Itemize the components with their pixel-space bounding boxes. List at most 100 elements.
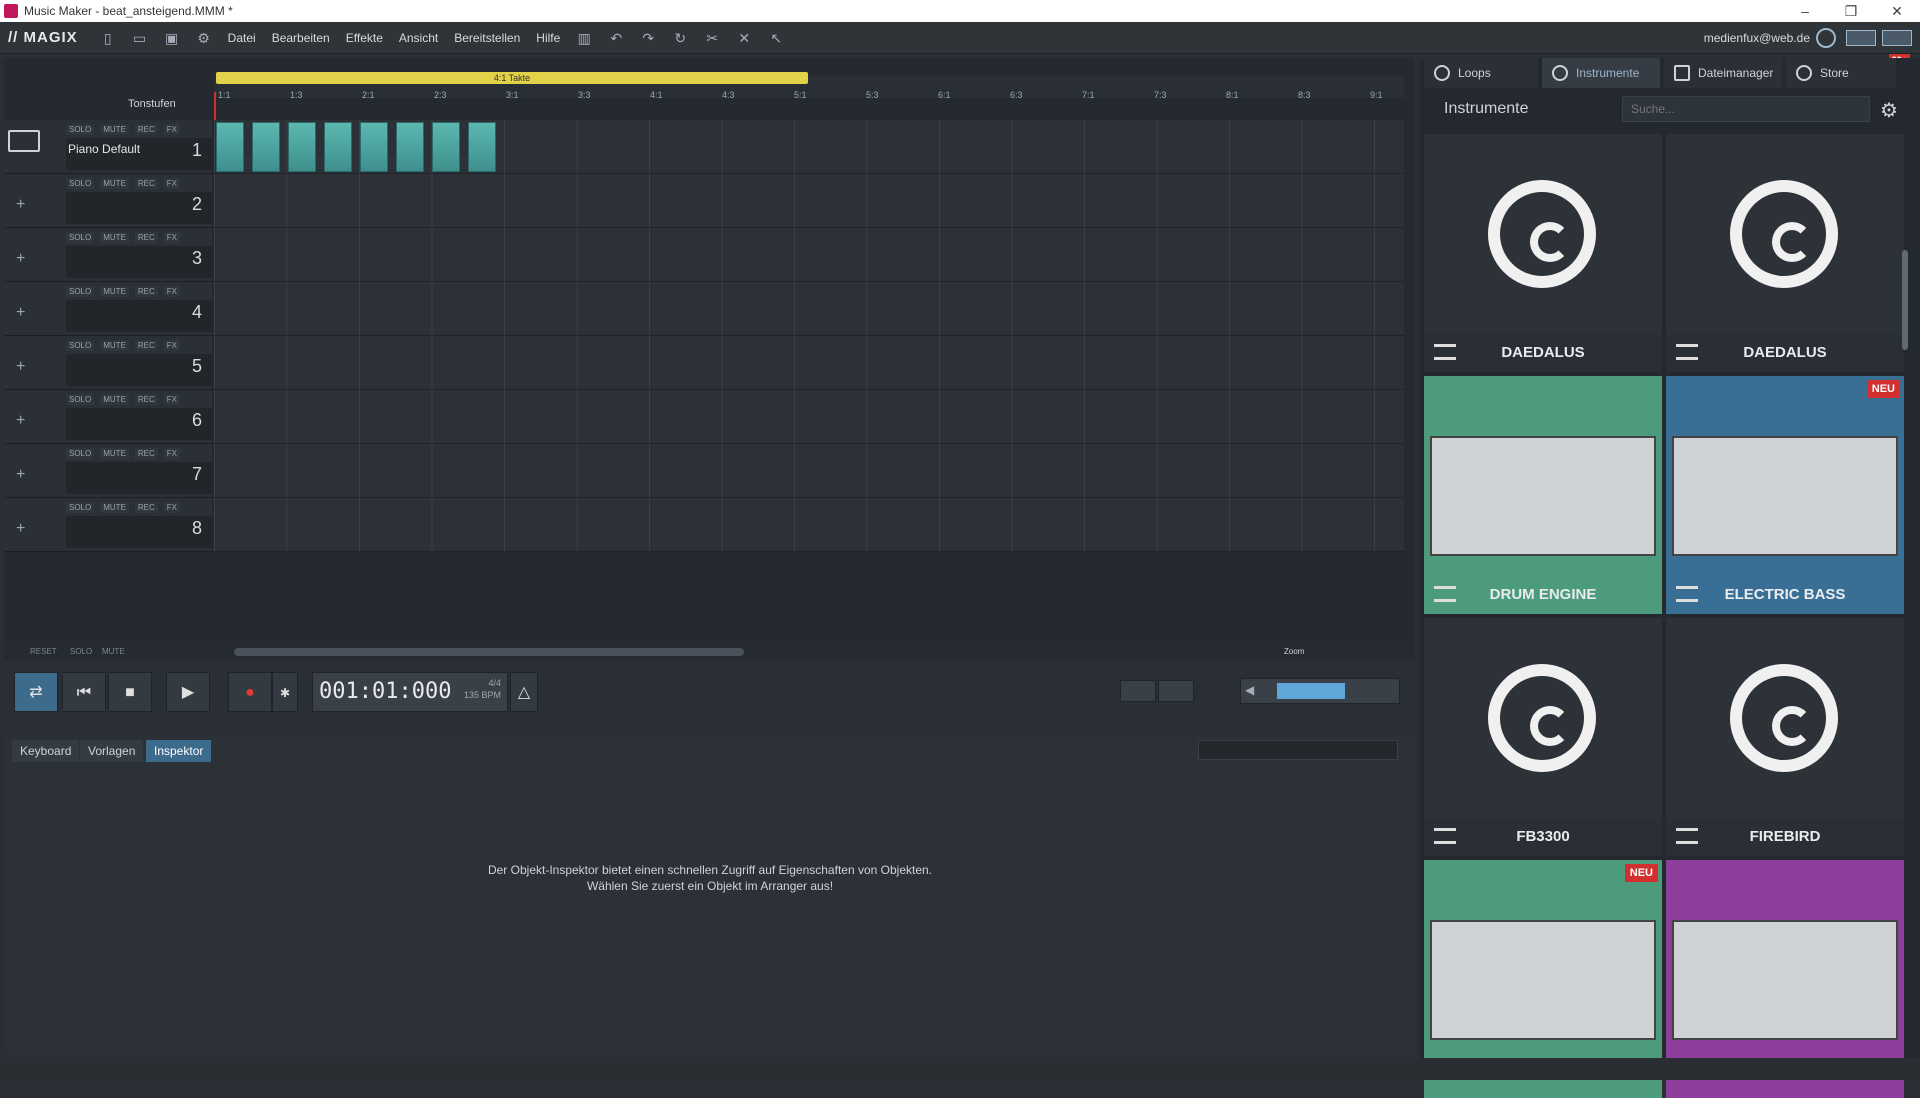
instrument-tile[interactable]: DAEDALUS [1424,134,1662,372]
restore-button[interactable]: ❐ [1828,0,1874,22]
track-btn-solo[interactable]: SOLO [66,232,95,243]
settings-icon[interactable]: ⚙ [195,29,213,47]
settings-sliders-icon[interactable] [1434,828,1456,844]
track-btn-mute[interactable]: MUTE [100,124,129,135]
mute-all-button[interactable]: MUTE [102,647,125,656]
user-icon[interactable] [1816,28,1836,48]
instrument-search-input[interactable] [1622,96,1870,122]
track-btn-fx[interactable]: FX [163,394,181,405]
track-btn-mute[interactable]: MUTE [100,178,129,189]
track-label-box[interactable] [66,354,212,386]
track-header[interactable]: SOLO MUTE REC FX +7 [4,444,212,498]
audio-clip[interactable] [468,122,496,172]
instrument-tile[interactable]: FIREBIRD [1666,618,1904,856]
track-lane[interactable] [214,498,1404,552]
undo-icon[interactable]: ↶ [607,29,625,47]
track-btn-solo[interactable]: SOLO [66,178,95,189]
track-btn-fx[interactable]: FX [163,286,181,297]
track-lane[interactable] [214,174,1404,228]
track-btn-fx[interactable]: FX [163,178,181,189]
track-btn-mute[interactable]: MUTE [100,340,129,351]
track-lane[interactable] [214,390,1404,444]
keyboard-view-icon[interactable] [1158,680,1194,702]
track-header[interactable]: SOLO MUTE REC FX +2 [4,174,212,228]
audio-clip[interactable] [288,122,316,172]
tab-instrumente[interactable]: Instrumente [1542,58,1660,88]
track-label-box[interactable] [66,516,212,548]
redo-icon[interactable]: ↷ [639,29,657,47]
add-instrument-icon[interactable]: + [16,196,25,214]
settings-sliders-icon[interactable] [1434,586,1456,602]
add-instrument-icon[interactable]: + [16,466,25,484]
track-btn-rec[interactable]: REC [134,178,158,189]
stop-button[interactable]: ■ [108,672,152,712]
audio-clip[interactable] [360,122,388,172]
add-instrument-icon[interactable]: + [16,304,25,322]
panel-toggle-icon[interactable] [1882,30,1912,46]
gear-icon[interactable]: ⚙ [1880,98,1898,123]
track-header[interactable]: SOLO MUTE REC FX Piano Default 1 [4,120,212,174]
track-btn-mute[interactable]: MUTE [100,448,129,459]
loop-range[interactable]: 4:1 Takte [216,72,808,84]
instrument-tile[interactable]: ELECTRIC BASS NEU [1666,376,1904,614]
reset-button[interactable]: RESET [30,647,57,656]
help-book-icon[interactable]: ▥ [575,29,593,47]
tab-vorlagen[interactable]: Vorlagen [80,740,144,762]
track-label-box[interactable] [66,300,212,332]
menu-effekte[interactable]: Effekte [346,31,383,45]
tonstufen-dropdown[interactable]: Tonstufen [128,98,176,110]
track-btn-rec[interactable]: REC [134,394,158,405]
instrument-tile[interactable]: DAEDALUS [1666,134,1904,372]
track-name[interactable]: Piano Default [68,142,140,156]
track-label-box[interactable] [66,192,212,224]
track-btn-solo[interactable]: SOLO [66,124,95,135]
cut-icon[interactable]: ✂ [703,29,721,47]
track-btn-mute[interactable]: MUTE [100,232,129,243]
track-lane[interactable] [214,336,1404,390]
track-btn-fx[interactable]: FX [163,232,181,243]
settings-sliders-icon[interactable] [1434,344,1456,360]
bottom-search-input[interactable] [1198,740,1398,760]
track-btn-mute[interactable]: MUTE [100,286,129,297]
track-btn-mute[interactable]: MUTE [100,394,129,405]
mixer-icon[interactable] [1120,680,1156,702]
settings-sliders-icon[interactable] [1676,344,1698,360]
refresh-icon[interactable]: ↻ [671,29,689,47]
settings-sliders-icon[interactable] [1676,586,1698,602]
track-btn-fx[interactable]: FX [163,340,181,351]
close-button[interactable]: ✕ [1874,0,1920,22]
track-btn-fx[interactable]: FX [163,124,181,135]
pointer-icon[interactable]: ↖ [767,29,785,47]
menu-hilfe[interactable]: Hilfe [536,31,560,45]
tab-loops[interactable]: Loops [1424,58,1538,88]
menu-datei[interactable]: Datei [228,31,256,45]
settings-sliders-icon[interactable] [1676,828,1698,844]
add-instrument-icon[interactable]: + [16,412,25,430]
track-header[interactable]: SOLO MUTE REC FX +8 [4,498,212,552]
track-btn-rec[interactable]: REC [134,124,158,135]
tab-keyboard[interactable]: Keyboard [12,740,80,762]
tab-inspektor[interactable]: Inspektor [146,740,212,762]
track-header[interactable]: SOLO MUTE REC FX +3 [4,228,212,282]
menu-ansicht[interactable]: Ansicht [399,31,438,45]
track-lane[interactable] [214,228,1404,282]
delete-icon[interactable]: ✕ [735,29,753,47]
horizontal-scrollbar[interactable] [234,648,744,656]
solo-all-button[interactable]: SOLO [70,647,92,656]
volume-slider[interactable]: ◀ [1240,678,1400,704]
record-settings-icon[interactable]: ✱ [272,672,298,712]
track-label-box[interactable] [66,246,212,278]
account-email[interactable]: medienfux@web.de [1704,31,1810,45]
track-btn-solo[interactable]: SOLO [66,340,95,351]
track-lane[interactable] [214,444,1404,498]
track-btn-mute[interactable]: MUTE [100,502,129,513]
track-btn-rec[interactable]: REC [134,286,158,297]
new-file-icon[interactable]: ▯ [99,29,117,47]
save-icon[interactable]: ▣ [163,29,181,47]
audio-clip[interactable] [396,122,424,172]
track-lane[interactable] [214,282,1404,336]
track-btn-fx[interactable]: FX [163,448,181,459]
add-instrument-icon[interactable]: + [16,520,25,538]
track-btn-rec[interactable]: REC [134,448,158,459]
track-btn-rec[interactable]: REC [134,340,158,351]
